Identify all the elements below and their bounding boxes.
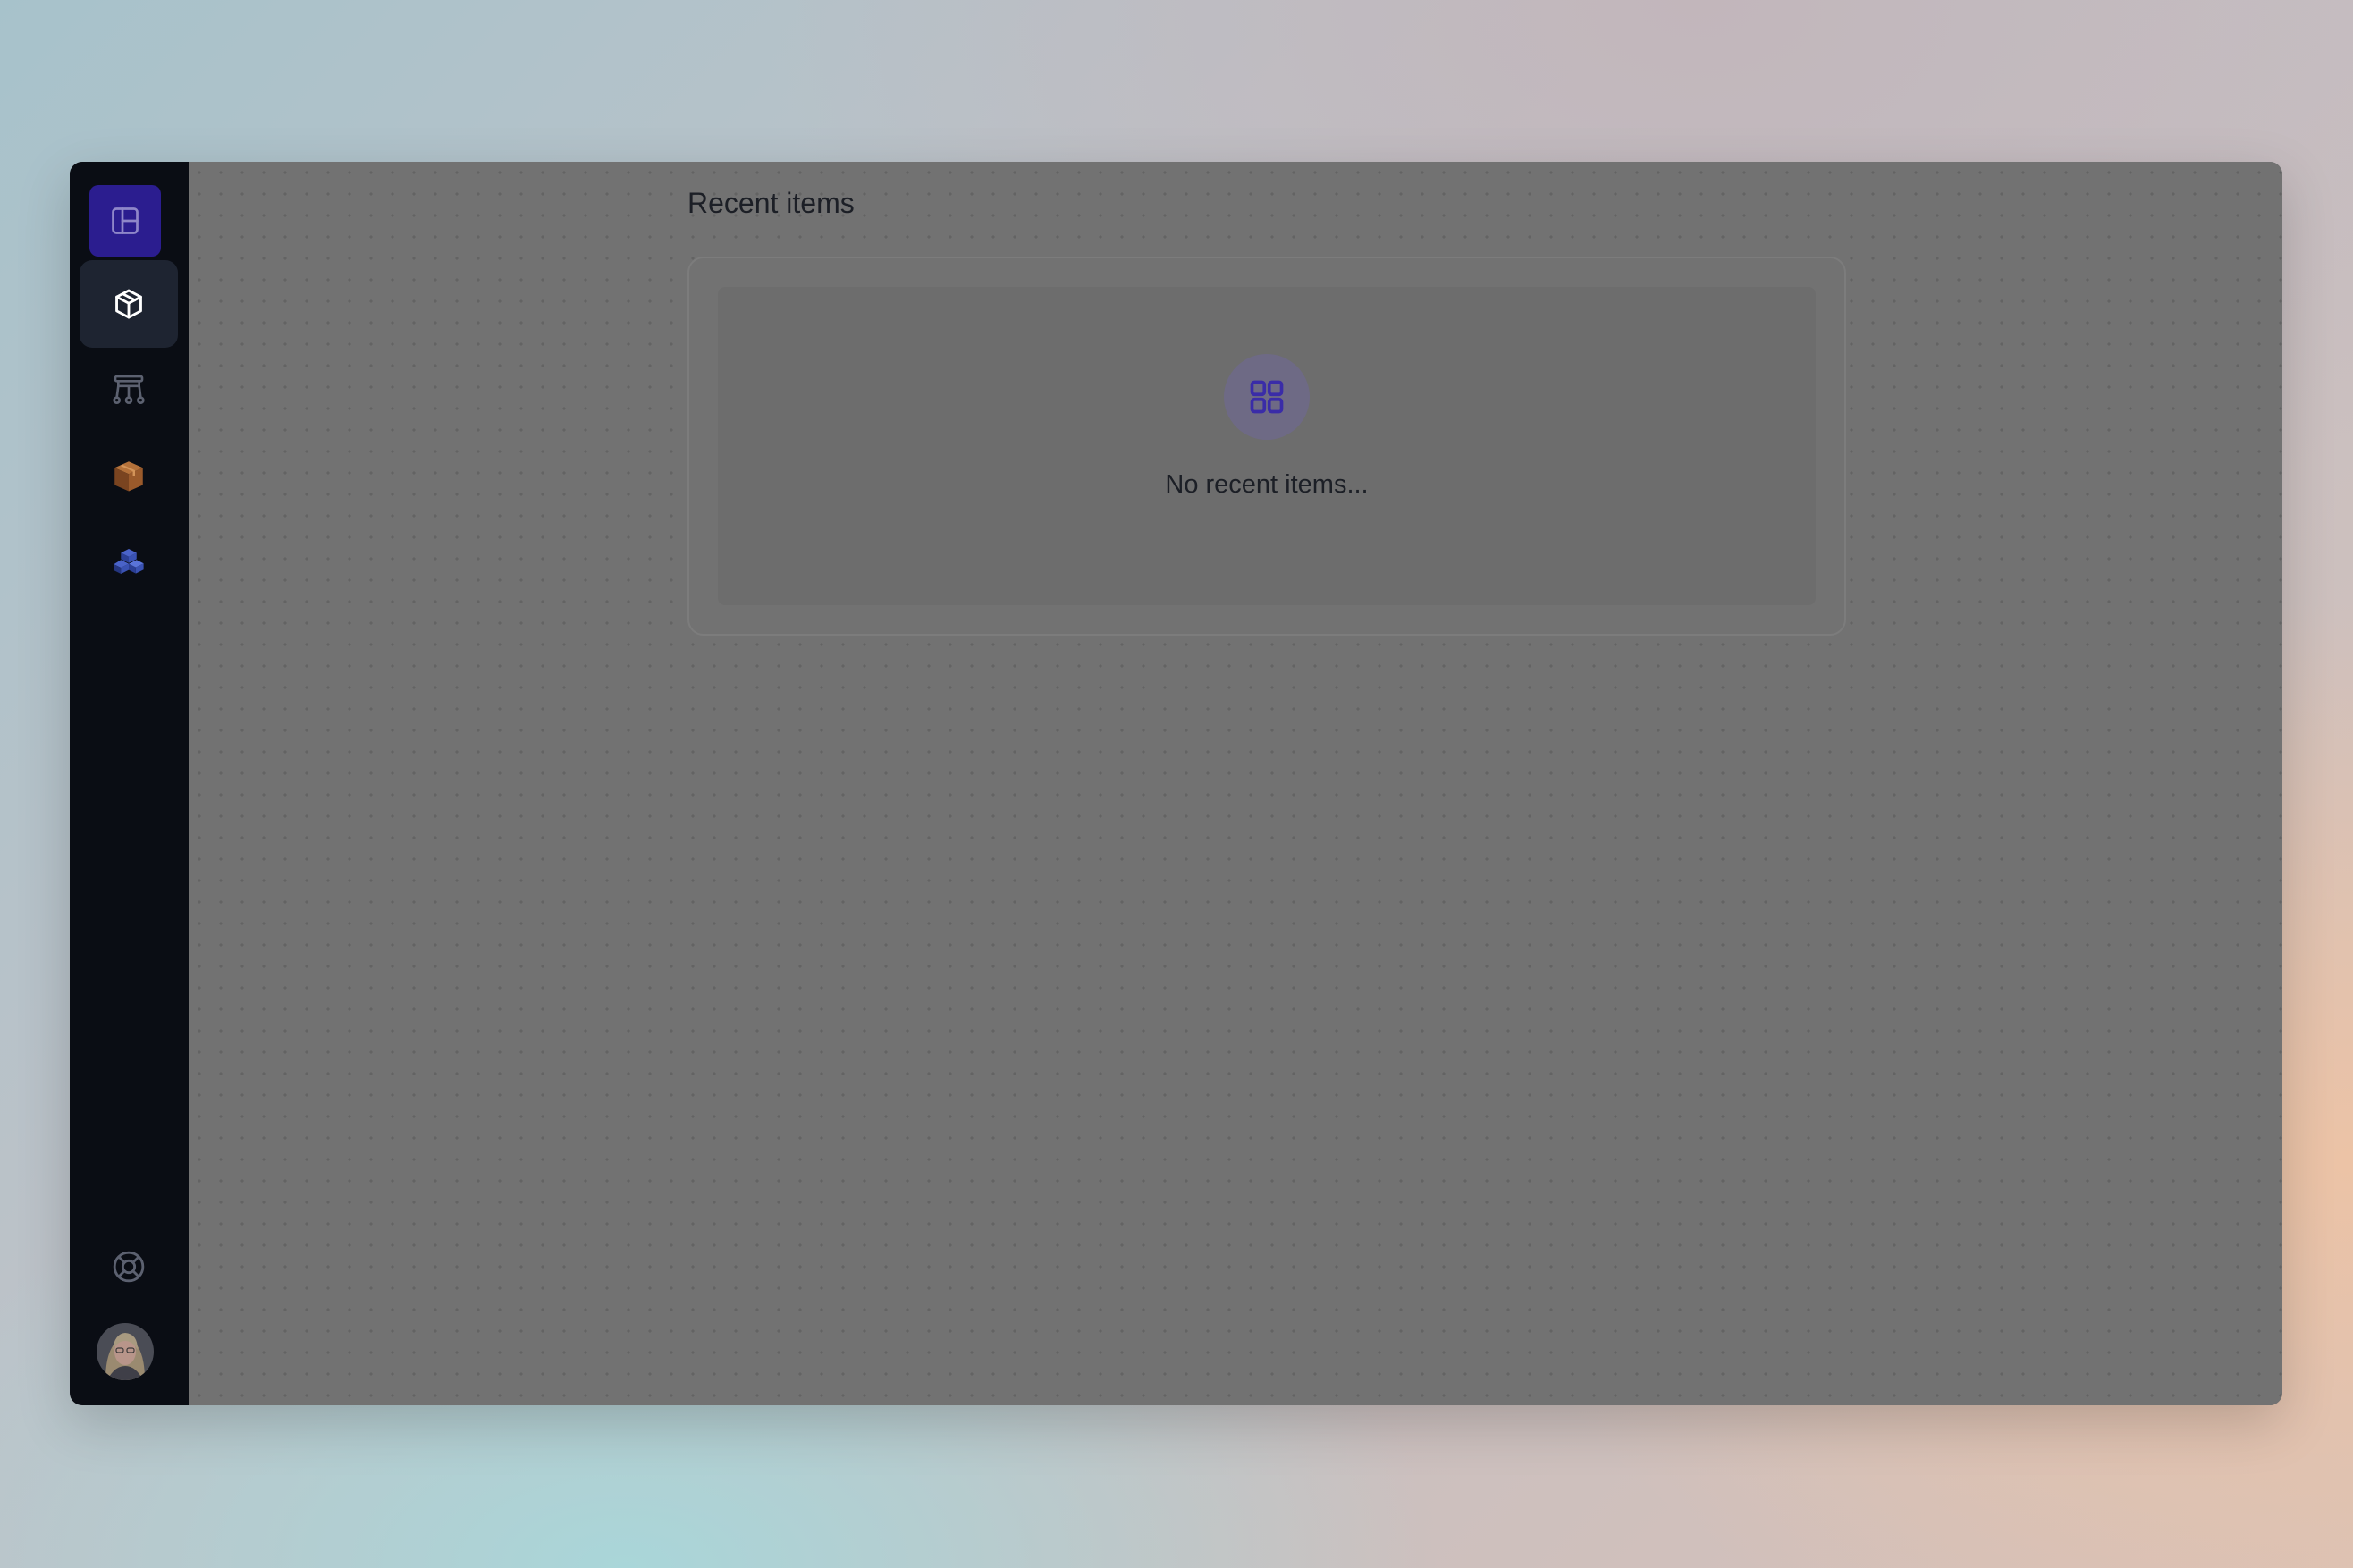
user-avatar[interactable]: [97, 1323, 154, 1380]
grid-icon: [1250, 380, 1284, 414]
recent-items-card: No recent items...: [687, 257, 1846, 636]
cube-icon: [115, 289, 142, 319]
lifebuoy-icon: [113, 1251, 145, 1283]
orange-package-icon: [114, 461, 143, 492]
sidebar: [70, 162, 189, 1405]
blue-blocks-icon: [114, 549, 144, 574]
empty-state-message: No recent items...: [1165, 470, 1369, 499]
sidebar-item-objects[interactable]: [80, 260, 178, 348]
sidebar-toggle-button[interactable]: [89, 185, 161, 257]
sidebar-item-package[interactable]: [80, 432, 178, 519]
layout-panel-icon: [112, 207, 139, 234]
avatar-image: [97, 1323, 154, 1380]
sidebar-item-hierarchy[interactable]: [80, 346, 178, 434]
empty-state-icon-circle: [1224, 354, 1310, 440]
empty-state-panel: No recent items...: [718, 287, 1816, 605]
main-content: Recent items No recent items...: [189, 162, 2282, 1405]
hierarchy-icon: [113, 375, 145, 405]
app-window: Recent items No recent items...: [70, 162, 2282, 1405]
help-button[interactable]: [80, 1223, 178, 1311]
sidebar-item-blocks[interactable]: [80, 518, 178, 605]
page-title: Recent items: [687, 187, 855, 219]
